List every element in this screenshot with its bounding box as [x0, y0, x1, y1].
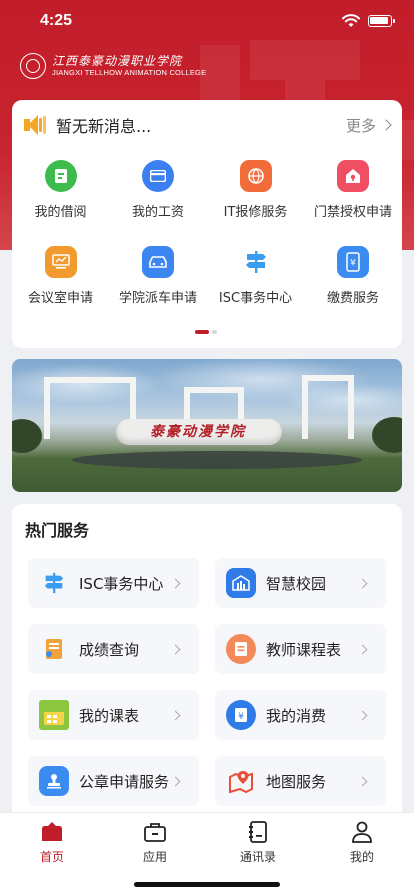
tab-label: 通讯录	[239, 850, 276, 864]
tab-mine[interactable]: 我的	[332, 821, 392, 865]
service-label: 我的消费	[266, 706, 327, 725]
grid-item-borrowing[interactable]: 我的借阅	[12, 160, 109, 220]
more-link[interactable]: 更多	[346, 115, 376, 136]
grid-item-label: 会议室申请	[27, 291, 93, 306]
notice-message: 暂无新消息...	[56, 117, 152, 136]
door-access-icon	[337, 160, 369, 192]
signpost-icon	[240, 246, 272, 278]
grades-report-icon	[39, 634, 69, 664]
tab-home[interactable]: 首页	[22, 821, 82, 865]
chevron-right-icon	[170, 776, 181, 786]
grid-item-label: 缴费服务	[326, 291, 379, 306]
chevron-right-icon	[170, 710, 181, 720]
grid-item-vehicle[interactable]: 学院派车申请	[110, 246, 207, 306]
service-label: 地图服务	[266, 772, 327, 791]
map-pin-icon	[226, 766, 256, 796]
service-smart-campus[interactable]: 智慧校园	[215, 558, 386, 608]
signpost-icon	[39, 568, 69, 598]
tab-label: 我的	[349, 850, 374, 864]
quick-access-card: 暂无新消息... 更多 我的借阅 我的工资 IT报修服务 门禁授权申请 会议室申…	[12, 100, 402, 348]
chevron-right-icon	[357, 644, 368, 654]
chevron-right-icon	[170, 644, 181, 654]
grid-item-label: 学院派车申请	[118, 291, 197, 306]
grid-item-payment[interactable]: ¥ 缴费服务	[305, 246, 402, 306]
grid-item-label: 我的工资	[131, 205, 184, 220]
college-logo: 江西泰豪动漫职业学院 JIANGXI TELLHOW ANIMATION COL…	[20, 52, 206, 80]
status-bar: 4:25	[0, 0, 414, 44]
home-icon	[42, 822, 62, 841]
repair-globe-icon	[239, 160, 272, 192]
logo-chinese-name: 江西泰豪动漫职业学院	[52, 54, 183, 68]
page-dot	[212, 330, 217, 334]
grid-item-label: ISC事务中心	[218, 291, 293, 306]
hot-services-title: 热门服务	[25, 521, 90, 540]
tab-apps[interactable]: 应用	[125, 821, 185, 865]
service-isc[interactable]: ISC事务中心	[28, 558, 199, 608]
tab-contacts[interactable]: 通讯录	[228, 821, 288, 865]
service-map[interactable]: 地图服务	[215, 756, 386, 806]
chevron-right-icon	[357, 710, 368, 720]
consumption-doc-icon: ¥	[226, 700, 256, 730]
grid-item-it-repair[interactable]: IT报修服务	[207, 160, 304, 220]
service-grades[interactable]: 成绩查询	[28, 624, 199, 674]
speaker-icon	[24, 115, 46, 135]
service-label: 我的课表	[79, 706, 140, 725]
tab-label: 首页	[39, 850, 64, 864]
campus-building-icon	[226, 568, 256, 598]
logo-english-name: JIANGXI TELLHOW ANIMATION COLLEGE	[52, 68, 207, 77]
payment-phone-icon: ¥	[337, 246, 369, 278]
svg-text:¥: ¥	[238, 712, 244, 722]
service-seal-application[interactable]: 公章申请服务	[28, 756, 199, 806]
service-label: 智慧校园	[266, 574, 327, 593]
grid-item-isc[interactable]: ISC事务中心	[207, 246, 304, 306]
chevron-right-icon	[170, 578, 181, 588]
page-indicator	[195, 330, 217, 334]
chevron-right-icon	[380, 119, 392, 131]
user-icon	[352, 821, 372, 843]
service-my-timetable[interactable]: 我的课表	[28, 690, 199, 740]
page-dot-active	[195, 330, 209, 334]
meeting-room-icon	[44, 246, 77, 278]
chevron-right-icon	[357, 578, 368, 588]
stamp-icon	[39, 766, 69, 796]
tab-label: 应用	[142, 850, 167, 864]
service-my-consumption[interactable]: ¥ 我的消费	[215, 690, 386, 740]
service-label: 成绩查询	[79, 640, 140, 659]
notice-bar[interactable]: 暂无新消息... 更多	[24, 112, 392, 138]
service-label: ISC事务中心	[79, 574, 164, 593]
status-time: 4:25	[40, 12, 73, 29]
service-label: 公章申请服务	[79, 772, 170, 791]
grid-item-meeting-room[interactable]: 会议室申请	[12, 246, 109, 306]
grid-item-label: 门禁授权申请	[313, 205, 392, 220]
grid-item-label: 我的借阅	[34, 205, 87, 220]
service-teacher-schedule[interactable]: 教师课程表	[215, 624, 386, 674]
campus-sign-text: 泰豪动漫学院	[150, 424, 246, 440]
wallet-card-icon	[142, 160, 174, 192]
car-icon	[142, 246, 174, 278]
contacts-book-icon	[249, 821, 267, 843]
schedule-doc-icon	[226, 634, 256, 664]
grid-item-door-access[interactable]: 门禁授权申请	[305, 160, 402, 220]
campus-banner[interactable]: 泰豪动漫学院	[12, 359, 402, 492]
calendar-icon	[39, 700, 69, 730]
grid-item-label: IT报修服务	[223, 205, 288, 220]
hot-services-card: 热门服务 ISC事务中心 智慧校园 成绩查询 教师课程表 我的课表 ¥ 我的消费…	[12, 504, 402, 824]
wifi-icon	[342, 14, 360, 27]
college-seal-icon	[20, 53, 46, 79]
home-indicator	[134, 882, 280, 887]
book-icon	[44, 160, 77, 192]
briefcase-icon	[144, 823, 166, 842]
service-label: 教师课程表	[266, 640, 342, 659]
chevron-right-icon	[357, 776, 368, 786]
battery-icon	[368, 15, 395, 27]
grid-item-salary[interactable]: 我的工资	[110, 160, 207, 220]
svg-text:¥: ¥	[350, 259, 356, 269]
